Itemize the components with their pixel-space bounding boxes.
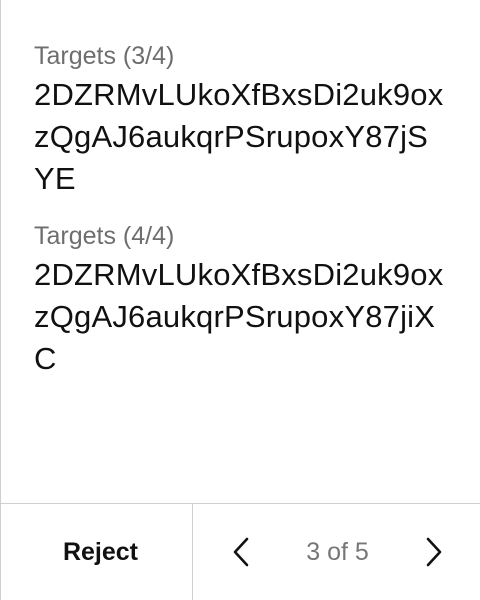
target-label: Targets (3/4)	[34, 42, 175, 70]
target-label: Targets (4/4)	[34, 222, 175, 250]
target-address: 2DZRMvLUkoXfBxsDi2uk9oxzQgAJ6aukqrPSrupo…	[34, 77, 444, 196]
action-footer: Reject 3 of 5	[1, 503, 480, 600]
pagination: 3 of 5	[193, 504, 480, 600]
chevron-left-icon	[233, 537, 249, 567]
targets-list: Targets (3/4) 2DZRMvLUkoXfBxsDi2uk9oxzQg…	[34, 38, 468, 398]
previous-button[interactable]	[227, 532, 255, 572]
next-button[interactable]	[420, 532, 448, 572]
target-address: 2DZRMvLUkoXfBxsDi2uk9oxzQgAJ6aukqrPSrupo…	[34, 257, 444, 376]
reject-cell: Reject	[1, 504, 193, 600]
transaction-detail-panel: Targets (3/4) 2DZRMvLUkoXfBxsDi2uk9oxzQg…	[0, 0, 480, 600]
target-item: Targets (3/4) 2DZRMvLUkoXfBxsDi2uk9oxzQg…	[34, 38, 468, 200]
reject-button[interactable]: Reject	[55, 538, 138, 567]
chevron-right-icon	[426, 537, 442, 567]
target-item: Targets (4/4) 2DZRMvLUkoXfBxsDi2uk9oxzQg…	[34, 218, 468, 380]
page-indicator: 3 of 5	[306, 537, 369, 566]
